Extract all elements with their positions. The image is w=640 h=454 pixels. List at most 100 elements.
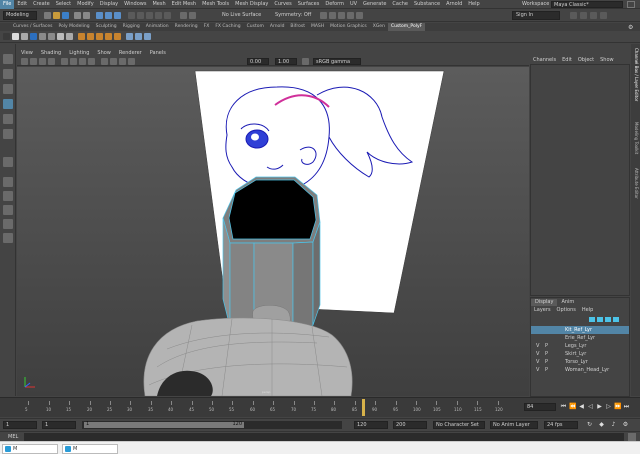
workspace-dropdown[interactable]: Maya Classic* <box>551 1 623 8</box>
select-object-icon[interactable] <box>105 12 112 19</box>
channel-box-panel[interactable] <box>530 64 630 296</box>
menu-create[interactable]: Create <box>30 0 53 9</box>
shelf-tab-poly-modeling[interactable]: Poly Modeling <box>56 23 93 31</box>
ipr-render-icon[interactable] <box>329 12 336 19</box>
panel-menu-panels[interactable]: Panels <box>146 49 170 57</box>
bookmark-icon[interactable] <box>30 58 37 65</box>
shadows-icon[interactable] <box>101 58 108 65</box>
shelf-item-9-icon[interactable] <box>87 33 94 40</box>
step-back-key-icon[interactable]: ⏪ <box>569 403 576 410</box>
script-editor-icon[interactable] <box>628 433 636 441</box>
range-slider[interactable]: 1 120 <box>82 421 342 429</box>
arnold-render-view-icon[interactable] <box>356 12 363 19</box>
ambient-occlusion-icon[interactable] <box>110 58 117 65</box>
menu-curves[interactable]: Curves <box>271 0 294 9</box>
time-slider[interactable]: 5 10 15 20 25 30 35 40 45 50 55 60 65 70 75 80 85 90 95 100… <box>0 397 640 417</box>
step-forward-frame-icon[interactable]: ▷ <box>605 403 612 410</box>
shelf-item-13-icon[interactable] <box>126 33 133 40</box>
layer-tab-anim[interactable]: Anim <box>557 299 578 306</box>
image-plane-icon[interactable] <box>39 58 46 65</box>
menu-edit[interactable]: Edit <box>14 0 30 9</box>
render-settings-icon[interactable] <box>338 12 345 19</box>
select-component-icon[interactable] <box>114 12 121 19</box>
panel-menu-view[interactable]: View <box>17 49 37 57</box>
wireframe-icon[interactable] <box>61 58 68 65</box>
auto-key-icon[interactable]: ◆ <box>598 421 605 428</box>
shelf-tab-arnold[interactable]: Arnold <box>267 23 288 31</box>
go-to-end-icon[interactable]: ⏭ <box>623 403 630 410</box>
textured-icon[interactable] <box>79 58 86 65</box>
view-transform-dropdown[interactable]: sRGB gamma <box>313 58 361 65</box>
shelf-item-6-icon[interactable] <box>57 33 64 40</box>
sound-icon[interactable]: ♪ <box>610 421 617 428</box>
move-layer-up-icon[interactable] <box>589 317 595 322</box>
animation-start-field[interactable]: 1 <box>3 421 37 429</box>
snap-view-plane-icon[interactable] <box>155 12 162 19</box>
panel-menu-show[interactable]: Show <box>93 49 115 57</box>
panel-menu-lighting[interactable]: Lighting <box>65 49 93 57</box>
isolate-select-icon[interactable] <box>128 58 135 65</box>
move-layer-down-icon[interactable] <box>597 317 603 322</box>
workspace-menu-icon[interactable] <box>627 1 635 8</box>
shelf-item-10-icon[interactable] <box>96 33 103 40</box>
lights-icon[interactable] <box>88 58 95 65</box>
shelf-item-8-icon[interactable] <box>78 33 85 40</box>
smooth-shade-icon[interactable] <box>70 58 77 65</box>
select-hierarchy-icon[interactable] <box>96 12 103 19</box>
current-frame-field[interactable]: 84 <box>524 403 556 411</box>
render-frame-icon[interactable] <box>320 12 327 19</box>
exposure-field[interactable]: 0.00 <box>247 58 269 65</box>
taskbar-maya-window-2[interactable]: M <box>62 444 118 454</box>
menu-deform[interactable]: Deform <box>322 0 347 9</box>
layer-menu-layers[interactable]: Layers <box>531 307 554 313</box>
shelf-item-3-icon[interactable] <box>30 33 37 40</box>
menu-substance[interactable]: Substance <box>411 0 443 9</box>
shelf-tab-fx-caching[interactable]: FX Caching <box>212 23 243 31</box>
new-layer-selected-icon[interactable] <box>613 317 619 322</box>
layer-playback[interactable]: P <box>545 358 548 366</box>
layer-row[interactable]: Kit_Ref_Lyr <box>531 326 629 334</box>
redo-icon[interactable] <box>83 12 90 19</box>
camera-attributes-icon[interactable] <box>21 58 28 65</box>
input-output-icon[interactable] <box>180 12 187 19</box>
attribute-editor-icon[interactable] <box>580 12 587 19</box>
channel-menu-edit[interactable]: Edit <box>559 57 575 63</box>
command-input[interactable] <box>24 433 624 441</box>
undo-icon[interactable] <box>74 12 81 19</box>
menu-surfaces[interactable]: Surfaces <box>295 0 323 9</box>
shelf-item-5-icon[interactable] <box>48 33 55 40</box>
shelf-tab-sculpting[interactable]: Sculpting <box>93 23 120 31</box>
layer-menu-options[interactable]: Options <box>554 307 579 313</box>
layout-four-icon[interactable] <box>3 191 13 201</box>
menu-file[interactable]: File <box>0 0 15 9</box>
open-scene-icon[interactable] <box>53 12 60 19</box>
shelf-tab-mash[interactable]: MASH <box>308 23 327 31</box>
shelf-item-12-icon[interactable] <box>114 33 121 40</box>
character-set-dropdown[interactable]: No Character Set <box>433 421 485 429</box>
perspective-viewport[interactable]: persp <box>17 67 529 396</box>
shelf-item-14-icon[interactable] <box>135 33 142 40</box>
anim-layer-dropdown[interactable]: No Anim Layer <box>490 421 538 429</box>
shelf-item-11-icon[interactable] <box>105 33 112 40</box>
layer-playback[interactable]: P <box>545 366 548 374</box>
save-scene-icon[interactable] <box>62 12 69 19</box>
taskbar-maya-window-1[interactable]: M <box>2 444 58 454</box>
command-language-label[interactable]: MEL <box>8 434 18 440</box>
menu-uv[interactable]: UV <box>347 0 360 9</box>
layer-playback[interactable]: P <box>545 350 548 358</box>
menu-cache[interactable]: Cache <box>389 0 411 9</box>
layer-tab-display[interactable]: Display <box>531 298 558 306</box>
snap-point-icon[interactable] <box>146 12 153 19</box>
live-surface-label[interactable]: No Live Surface <box>222 12 261 18</box>
range-slider-handle[interactable]: 1 120 <box>84 421 244 428</box>
gamma-field[interactable]: 1.00 <box>275 58 297 65</box>
snap-live-icon[interactable] <box>164 12 171 19</box>
shelf-tab-curves-surfaces[interactable]: Curves / Surfaces <box>10 23 56 31</box>
shelf-tab-rendering[interactable]: Rendering <box>172 23 201 31</box>
step-forward-key-icon[interactable]: ⏩ <box>614 403 621 410</box>
snap-grid-icon[interactable] <box>128 12 135 19</box>
construction-history-icon[interactable] <box>189 12 196 19</box>
color-management-icon[interactable] <box>302 58 309 65</box>
lasso-tool-icon[interactable] <box>3 69 13 79</box>
paint-select-tool-icon[interactable] <box>3 84 13 94</box>
